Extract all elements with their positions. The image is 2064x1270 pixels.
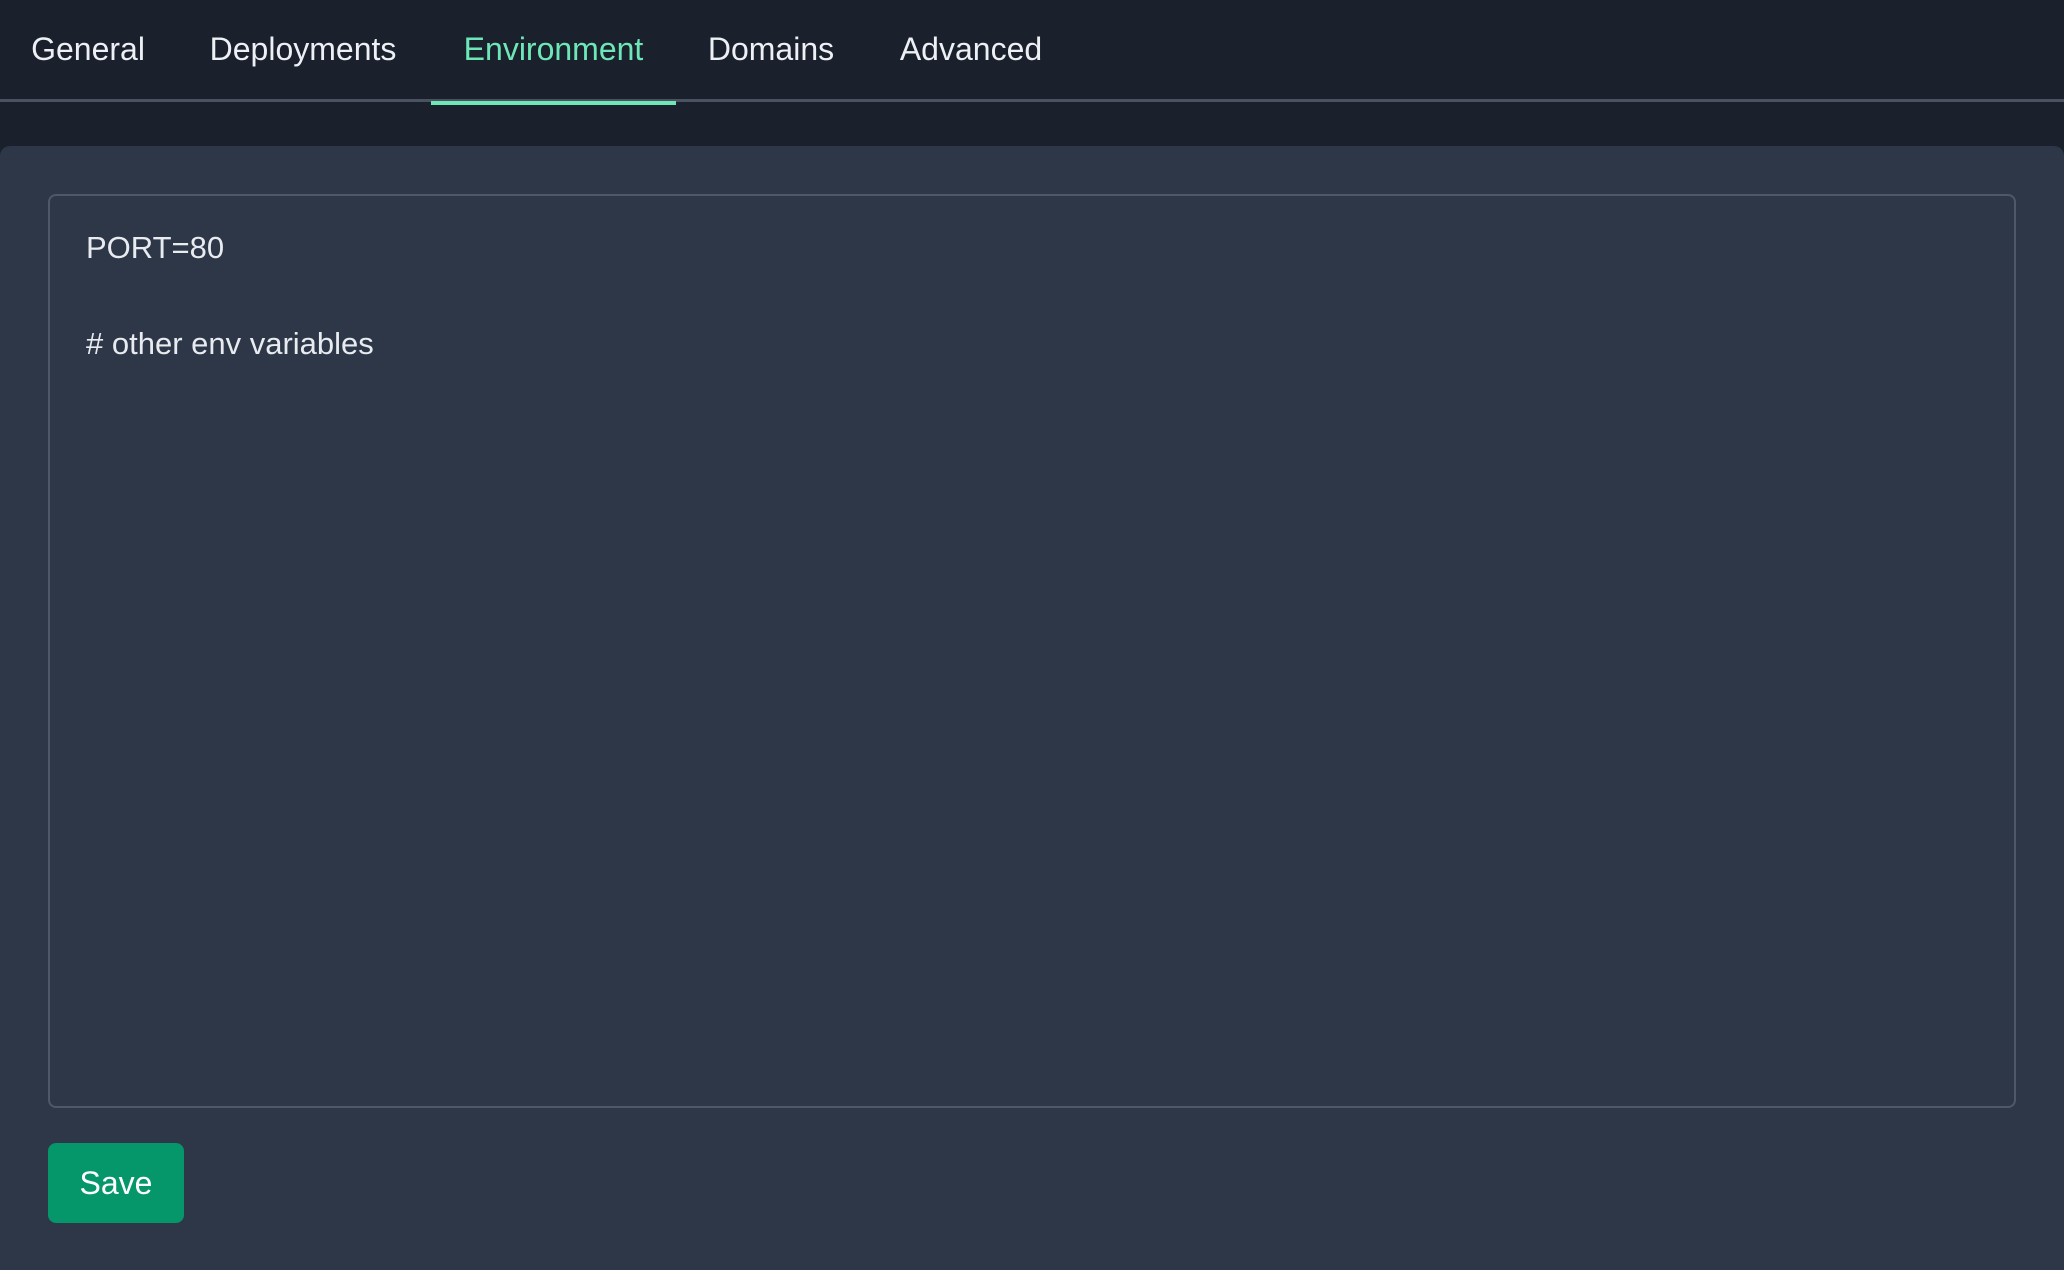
tab-deployments[interactable]: Deployments	[176, 0, 430, 102]
tab-environment[interactable]: Environment	[431, 0, 676, 105]
save-button[interactable]: Save	[48, 1143, 184, 1223]
environment-panel: Save	[0, 146, 2064, 1270]
tab-domains[interactable]: Domains	[676, 0, 866, 102]
tab-general[interactable]: General	[0, 0, 176, 102]
tab-bar: General Deployments Environment Domains …	[0, 0, 2064, 105]
env-variables-editor[interactable]	[48, 194, 2016, 1108]
tab-advanced[interactable]: Advanced	[866, 0, 1076, 102]
